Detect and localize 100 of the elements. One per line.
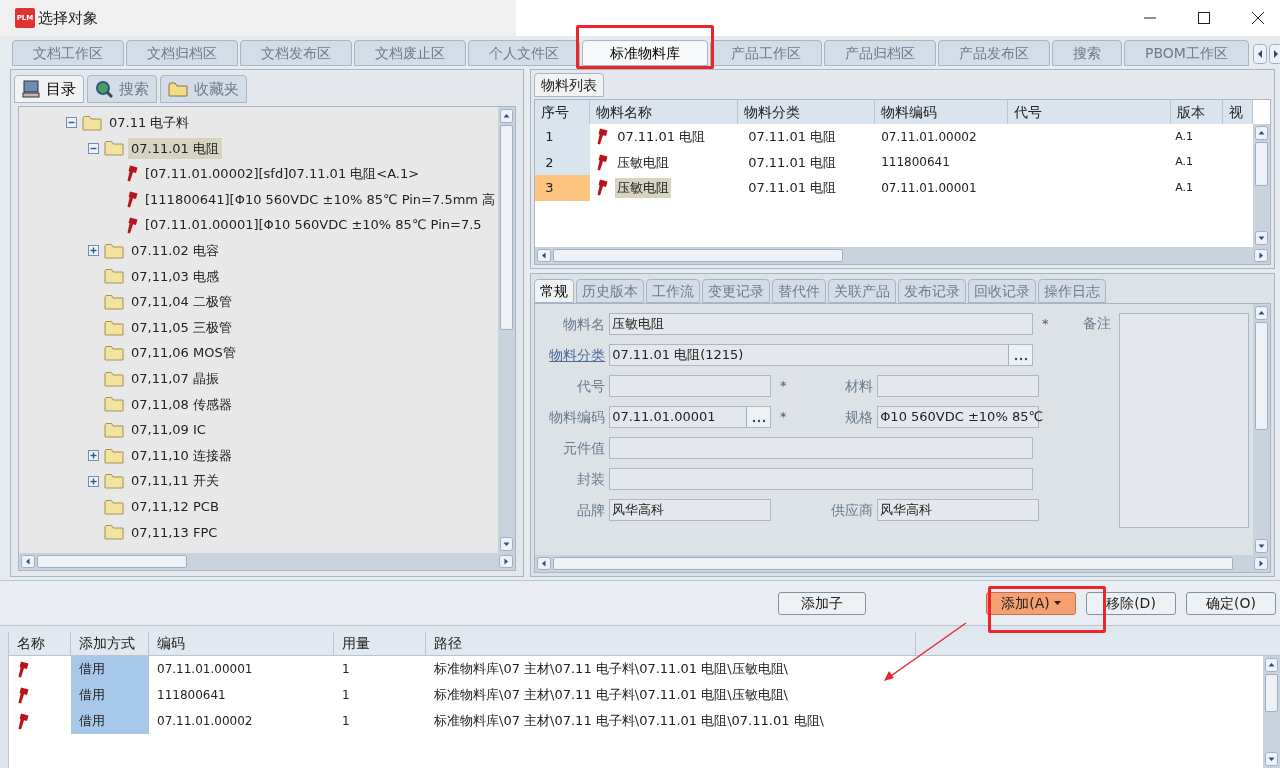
text-field[interactable] — [609, 468, 1034, 490]
tab[interactable]: 常规 — [534, 279, 575, 303]
expand-icon[interactable] — [88, 245, 99, 257]
text-field[interactable] — [609, 375, 772, 397]
vertical-scrollbar[interactable] — [1263, 656, 1280, 768]
column-header[interactable]: 物料名称 — [590, 100, 739, 124]
column-header[interactable]: 路径 — [426, 632, 916, 655]
browse-button[interactable] — [1008, 345, 1033, 365]
column-header[interactable]: 添加方式 — [71, 632, 149, 655]
tree-item[interactable]: [07.11.01.00002][sfd]07.11.01 电阻<A.1> — [142, 163, 423, 185]
horizontal-scrollbar[interactable] — [535, 247, 1271, 264]
browse-button[interactable] — [746, 407, 771, 427]
tree-item[interactable]: 07,11,10 连接器 — [128, 444, 236, 467]
tree-item[interactable]: 07,11,13 FPC — [128, 521, 221, 544]
tree-item[interactable]: 07,11,12 PCB — [128, 495, 222, 518]
table-cell-text: 1 — [341, 687, 351, 704]
scroll-thumb[interactable] — [1255, 322, 1269, 430]
table-cell: 压敏电阻 — [615, 178, 672, 198]
scroll-thumb[interactable] — [1255, 142, 1269, 186]
column-header[interactable]: 代号 — [1008, 100, 1172, 124]
column-header[interactable]: 物料分类 — [738, 100, 876, 124]
folder-icon — [82, 114, 102, 131]
text-field[interactable]: 07.11.01.00001 — [609, 406, 772, 428]
row-number[interactable]: 1 — [535, 124, 591, 150]
scroll-thumb[interactable] — [37, 555, 187, 568]
vertical-scrollbar[interactable] — [498, 107, 516, 553]
folder-icon — [104, 447, 124, 464]
action-button[interactable]: 添加子 — [778, 591, 866, 615]
table-cell-text: 07.11.01.00001 — [156, 661, 254, 678]
table-cell-text: 1 — [341, 713, 351, 730]
text-field[interactable] — [609, 437, 1034, 459]
text-field[interactable]: 风华高科 — [877, 499, 1040, 521]
tree-item[interactable]: 07,11,03 电感 — [128, 265, 223, 288]
field-label: 物料名 — [562, 314, 606, 334]
tree-item[interactable]: 07,11,09 IC — [128, 419, 209, 441]
field-label: 代号 — [576, 376, 606, 396]
right-arrow-icon[interactable] — [1268, 44, 1280, 64]
folder-icon — [104, 319, 124, 336]
tree-item[interactable]: 07.11 电子料 — [106, 112, 193, 134]
field-label: 规格 — [844, 407, 874, 427]
row-number[interactable]: 2 — [535, 149, 591, 175]
tree-item[interactable]: 07.11.02 电容 — [128, 240, 223, 262]
field-value: 07.11.01.00001 — [612, 408, 717, 427]
column-header[interactable]: 版本 — [1171, 100, 1224, 124]
collapse-icon[interactable] — [66, 117, 77, 129]
collapse-icon[interactable] — [88, 142, 99, 154]
expand-icon[interactable] — [88, 450, 99, 461]
field-label: 封装 — [576, 469, 606, 489]
vertical-scrollbar[interactable] — [1253, 124, 1271, 247]
text-field[interactable] — [877, 375, 1040, 397]
remark-field[interactable] — [1119, 313, 1250, 528]
column-header[interactable]: 物料编码 — [875, 100, 1009, 124]
folder-icon — [104, 524, 124, 541]
field-value: 压敏电阻 — [612, 315, 666, 334]
tree-item[interactable]: 07,11,11 开关 — [128, 470, 223, 492]
column-header[interactable]: 用量 — [334, 632, 426, 655]
field-label: 物料编码 — [548, 407, 606, 427]
maximize-icon[interactable] — [1198, 12, 1210, 24]
panel-tab[interactable]: 物料列表 — [534, 73, 605, 97]
row-number[interactable]: 3 — [535, 175, 591, 201]
tree-item[interactable]: [07.11.01.00001][Φ10 560VDC ±10% 85℃ Pin=7.5 — [142, 214, 485, 236]
text-field[interactable]: 07.11.01 电阻(1215) — [609, 344, 1034, 366]
scroll-thumb[interactable] — [553, 557, 1234, 570]
tree-item[interactable]: 07,11,04 二极管 — [128, 291, 236, 313]
field-label: 备注 — [1083, 314, 1112, 333]
tree-item[interactable]: 07,11,06 MOS管 — [128, 342, 239, 364]
vertical-scrollbar[interactable] — [1253, 304, 1271, 555]
part-icon — [126, 165, 138, 183]
tree-item[interactable]: [111800641][Φ10 560VDC ±10% 85℃ Pin=7.5mm 高 — [142, 188, 499, 211]
action-button[interactable]: 移除(D) — [1086, 591, 1176, 615]
table-cell-text: 07.11.01.00002 — [880, 128, 978, 146]
column-header[interactable]: 编码 — [149, 632, 334, 655]
field-link[interactable]: 物料分类 — [539, 344, 606, 366]
column-header[interactable]: 视 — [1223, 100, 1254, 124]
tree-item[interactable]: 07.11.01 电阻 — [128, 137, 223, 160]
field-value: 风华高科 — [612, 501, 666, 520]
field-value: 风华高科 — [880, 501, 934, 520]
horizontal-scrollbar[interactable] — [19, 553, 516, 570]
action-button[interactable]: 确定(O) — [1186, 591, 1276, 615]
part-icon — [596, 153, 609, 171]
scroll-thumb[interactable] — [500, 125, 514, 330]
text-field[interactable]: 压敏电阻 — [609, 313, 1034, 335]
tree-item[interactable]: 07,11,07 晶振 — [128, 368, 223, 390]
tree-item[interactable]: 07,11,05 三极管 — [128, 316, 236, 339]
folder-icon — [104, 498, 124, 515]
text-field[interactable]: 风华高科 — [609, 499, 772, 521]
scroll-thumb[interactable] — [553, 249, 844, 262]
scroll-thumb[interactable] — [1265, 674, 1278, 712]
table-cell-text: 111800641 — [156, 687, 227, 704]
table-cell-text: 07.11.01 电阻 — [747, 179, 838, 197]
close-icon[interactable] — [1252, 12, 1264, 24]
tree-item[interactable]: 07,11,08 传感器 — [128, 393, 236, 416]
tab[interactable]: 标准物料库 — [582, 40, 708, 66]
table-cell-text: 标准物料库\07 主材\07.11 电子料\07.11.01 电阻\07.11.01 电阻\ — [433, 712, 825, 731]
horizontal-scrollbar[interactable] — [535, 555, 1271, 572]
column-header[interactable]: 名称 — [9, 632, 71, 655]
expand-icon[interactable] — [88, 475, 99, 487]
field-label: 品牌 — [576, 500, 606, 520]
split-button[interactable]: 添加(A) — [986, 591, 1076, 615]
panel-tab[interactable]: 目录 — [14, 75, 84, 103]
